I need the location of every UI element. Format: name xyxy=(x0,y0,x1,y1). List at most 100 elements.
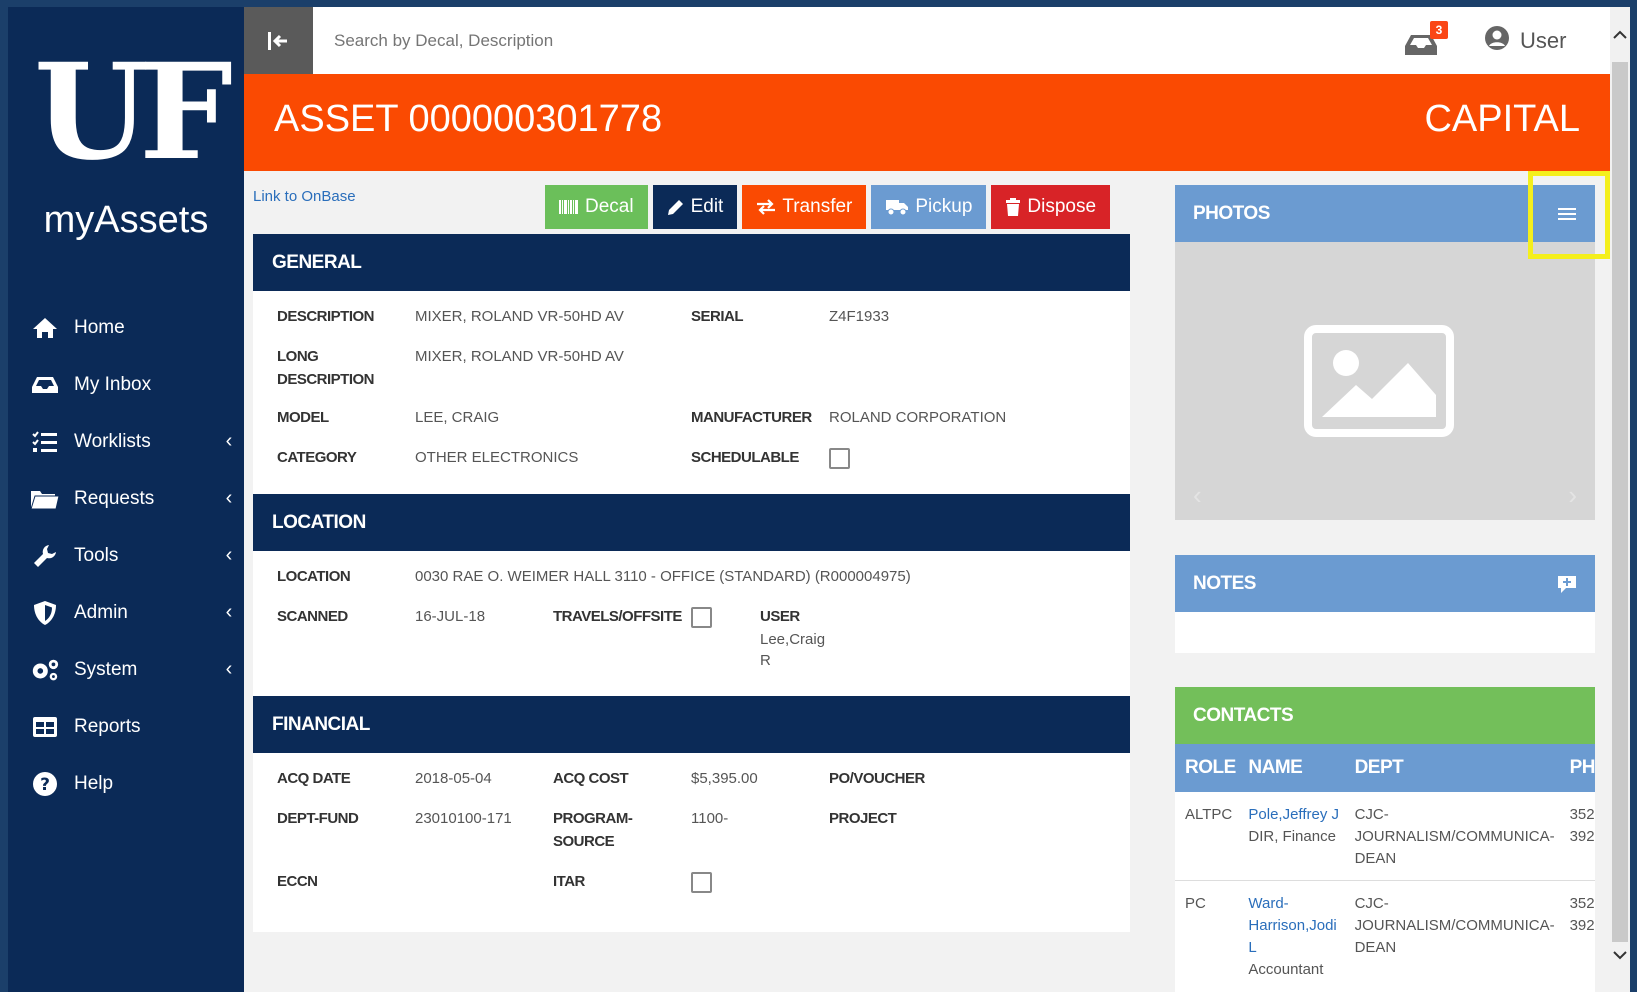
image-placeholder-icon xyxy=(1304,325,1454,437)
asset-type-label: CAPITAL xyxy=(1424,98,1580,140)
collapse-sidebar-button[interactable] xyxy=(244,7,313,74)
sidebar-item-help[interactable]: ? Help xyxy=(8,755,244,812)
user-label: USER xyxy=(760,608,800,625)
collapse-left-icon xyxy=(267,31,287,50)
app-frame: UF myAssets Home My Inbox Worklists ‹ Re… xyxy=(8,7,1630,992)
manufacturer-value: ROLAND CORPORATION xyxy=(829,409,1007,426)
schedulable-label: SCHEDULABLE xyxy=(691,449,799,466)
photos-heading: PHOTOS xyxy=(1193,203,1270,224)
trash-icon xyxy=(1005,198,1021,216)
chevron-left-icon: ‹ xyxy=(225,430,233,452)
edit-button[interactable]: Edit xyxy=(652,185,738,229)
contact-phone-cell: 352 392 xyxy=(1559,880,1595,991)
contact-phone-line2: 392 xyxy=(1569,828,1595,845)
sidebar-item-label: Admin xyxy=(74,601,128,623)
user-menu-button[interactable]: User xyxy=(1484,25,1566,57)
shield-icon xyxy=(30,598,60,628)
location-label: LOCATION xyxy=(277,568,351,585)
contacts-col-name: NAME xyxy=(1238,744,1345,792)
contact-name-link[interactable]: Pole,Jeffrey J xyxy=(1248,804,1344,826)
chevron-left-icon: ‹ xyxy=(225,601,233,623)
itar-checkbox[interactable] xyxy=(691,872,712,893)
inbox-notification-button[interactable]: 3 xyxy=(1404,21,1450,61)
carousel-next-icon[interactable]: › xyxy=(1568,480,1577,511)
contact-role: ALTPC xyxy=(1185,806,1233,823)
acq-cost-value: $5,395.00 xyxy=(691,770,758,787)
contact-phone: 352 xyxy=(1569,806,1595,823)
contacts-table: ROLE NAME DEPT PH ALTPC Pole,Jeffrey J D… xyxy=(1175,744,1595,991)
sidebar-nav: Home My Inbox Worklists ‹ Requests ‹ Too… xyxy=(8,299,244,812)
sidebar-item-home[interactable]: Home xyxy=(8,299,244,356)
user-circle-icon xyxy=(1484,25,1510,57)
page-scrollbar[interactable] xyxy=(1610,7,1630,992)
transfer-button[interactable]: Transfer xyxy=(742,185,867,229)
contacts-header: CONTACTS xyxy=(1175,687,1595,744)
scroll-up-icon[interactable] xyxy=(1610,27,1630,45)
contact-phone: 352 xyxy=(1569,895,1595,912)
carousel-prev-icon[interactable]: ‹ xyxy=(1193,480,1202,511)
sidebar-item-admin[interactable]: Admin ‹ xyxy=(8,584,244,641)
contact-title: Accountant xyxy=(1248,961,1324,978)
general-panel: GENERAL DESCRIPTION MIXER, ROLAND VR-50H… xyxy=(253,234,1130,494)
photo-carousel[interactable]: ‹ › xyxy=(1175,242,1595,520)
onbase-link[interactable]: Link to OnBase xyxy=(253,188,356,205)
barcode-icon xyxy=(559,199,579,215)
project-label: PROJECT xyxy=(829,810,897,827)
user-value-line2: R xyxy=(760,652,771,669)
contact-name-cell: Pole,Jeffrey J DIR, Finance xyxy=(1238,792,1344,881)
contact-phone-cell: 352 392 xyxy=(1560,792,1595,881)
add-note-button[interactable] xyxy=(1538,555,1595,612)
search-input[interactable] xyxy=(334,23,554,59)
scrollbar-thumb[interactable] xyxy=(1612,62,1628,942)
acq-date-label: ACQ DATE xyxy=(277,770,351,787)
chevron-left-icon: ‹ xyxy=(225,544,233,566)
dispose-button[interactable]: Dispose xyxy=(991,185,1111,229)
category-label: CATEGORY xyxy=(277,449,357,466)
sidebar-item-tools[interactable]: Tools ‹ xyxy=(8,527,244,584)
contact-name-link-line3[interactable]: L xyxy=(1248,937,1344,959)
pickup-button[interactable]: Pickup xyxy=(871,185,987,229)
decal-button-label: Decal xyxy=(585,196,634,217)
financial-panel: FINANCIAL ACQ DATE 2018-05-04 ACQ COST $… xyxy=(253,696,1130,932)
po-voucher-label: PO/VOUCHER xyxy=(829,770,925,787)
gears-icon xyxy=(30,655,60,685)
svg-text:?: ? xyxy=(40,775,50,795)
location-panel: LOCATION LOCATION 0030 RAE O. WEIMER HAL… xyxy=(253,494,1130,696)
contact-role: PC xyxy=(1175,880,1239,991)
help-icon: ? xyxy=(30,769,60,799)
highlight-annotation xyxy=(1528,171,1610,259)
pickup-button-label: Pickup xyxy=(915,196,973,217)
contacts-card: CONTACTS ROLE NAME DEPT PH ALTPC Pole,Je… xyxy=(1175,687,1595,992)
contact-dept-line3: DEAN xyxy=(1354,939,1397,956)
sidebar-item-reports[interactable]: Reports xyxy=(8,698,244,755)
contact-dept-line2: JOURNALISM/COMMUNICA- xyxy=(1354,828,1555,845)
contact-dept-line2: JOURNALISM/COMMUNICA- xyxy=(1354,917,1555,934)
sidebar-item-label: Worklists xyxy=(74,430,151,452)
inbox-icon xyxy=(30,370,60,400)
sidebar-item-system[interactable]: System ‹ xyxy=(8,641,244,698)
description-value: MIXER, ROLAND VR-50HD AV xyxy=(415,308,624,325)
eccn-label: ECCN xyxy=(277,873,318,890)
scroll-down-icon[interactable] xyxy=(1610,947,1630,965)
action-toolbar: Decal Edit Transfer Pickup Dispose xyxy=(545,185,1111,229)
long-description-label: LONG xyxy=(277,348,319,365)
travels-offsite-checkbox[interactable] xyxy=(691,607,712,628)
sidebar-item-worklists[interactable]: Worklists ‹ xyxy=(8,413,244,470)
uf-logo[interactable]: UF xyxy=(34,43,233,183)
sidebar-item-label: Home xyxy=(74,316,125,338)
sidebar-item-requests[interactable]: Requests ‹ xyxy=(8,470,244,527)
financial-heading: FINANCIAL xyxy=(253,696,1130,753)
decal-button[interactable]: Decal xyxy=(545,185,648,229)
sidebar-item-label: Reports xyxy=(74,715,141,737)
contact-phone-line2: 392 xyxy=(1569,917,1595,934)
contact-name-link[interactable]: Ward- xyxy=(1248,893,1344,915)
page-title: ASSET 000000301778 xyxy=(274,98,663,140)
notes-card: NOTES xyxy=(1175,555,1595,653)
contact-dept-cell: CJC- JOURNALISM/COMMUNICA- DEAN xyxy=(1345,792,1560,881)
table-row: PC Ward- Harrison,Jodi L Accountant CJC-… xyxy=(1175,880,1595,991)
app-name: myAssets xyxy=(43,199,209,241)
schedulable-checkbox[interactable] xyxy=(829,448,850,469)
sidebar-item-my-inbox[interactable]: My Inbox xyxy=(8,356,244,413)
long-description-label-line2: DESCRIPTION xyxy=(277,371,375,388)
contact-name-link-line2[interactable]: Harrison,Jodi xyxy=(1248,915,1344,937)
